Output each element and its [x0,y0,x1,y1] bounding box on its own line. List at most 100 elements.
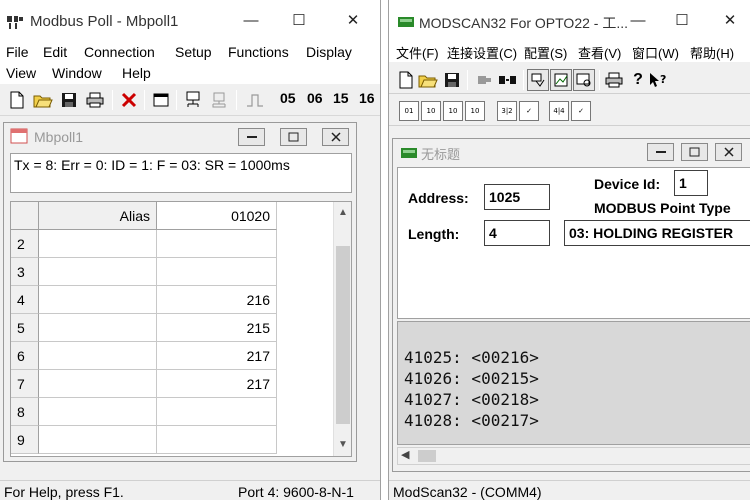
row-header[interactable]: 2 [11,230,39,258]
row-number: 3 [17,264,25,280]
address-input[interactable]: 1025 [484,184,550,210]
menu-file-cn[interactable]: 文件(F) [396,43,439,62]
function-06-button[interactable]: 06 [307,90,323,106]
function-16-button[interactable]: 16 [359,90,375,106]
menu-connection-cn[interactable]: 连接设置(C) [447,43,517,62]
coil-status-icon[interactable]: 01 [399,101,419,121]
alias-cell[interactable] [39,370,157,398]
value-cell[interactable]: 217 [157,342,277,370]
menu-window[interactable]: Window [52,65,102,81]
alias-cell[interactable] [39,426,157,454]
right-maximize-button[interactable]: ☐ [671,10,693,32]
disconnect-plug-icon[interactable] [497,69,519,91]
write-multiple-icon[interactable]: 4|4 [549,101,569,121]
new-file-icon[interactable] [6,89,28,111]
menu-display[interactable]: Display [306,44,352,60]
mbpoll1-title-bar[interactable]: Mbpoll1 [4,123,356,151]
row-header[interactable]: 5 [11,314,39,342]
alias-cell[interactable] [39,230,157,258]
holding-register-icon[interactable]: 10 [443,101,463,121]
row-header[interactable]: 3 [11,258,39,286]
menu-window-cn[interactable]: 窗口(W) [632,43,679,62]
alias-column-header[interactable]: Alias [39,202,157,230]
function-05-button[interactable]: 05 [280,90,296,106]
display-options-icon[interactable] [527,69,549,91]
value-cell[interactable]: 217 [157,370,277,398]
zoom-view-icon[interactable] [573,69,595,91]
menu-view[interactable]: View [6,65,36,81]
left-close-button[interactable]: ✕ [342,10,364,32]
row-header[interactable]: 4 [11,286,39,314]
value-cell[interactable] [157,398,277,426]
register-grid[interactable]: Alias 01020 2 3 4 216 5 215 6 217 7 217 … [10,201,352,457]
menu-connection[interactable]: Connection [84,44,155,60]
connect-icon[interactable] [182,89,204,111]
help-question-icon[interactable]: ? [627,69,649,91]
value-cell[interactable] [157,258,277,286]
right-minimize-button[interactable]: — [627,10,649,32]
value-cell[interactable]: 216 [157,286,277,314]
right-close-button[interactable]: ✕ [719,10,741,32]
value-cell[interactable]: 215 [157,314,277,342]
row-header[interactable]: 9 [11,426,39,454]
data-horizontal-scrollbar[interactable]: ◀ [397,447,750,465]
save-disk-icon[interactable] [58,89,80,111]
grid-vertical-scrollbar[interactable]: ▲ ▼ [333,202,351,456]
ms-child-restore-button[interactable] [681,143,708,161]
child-close-button[interactable] [322,128,349,146]
alias-cell[interactable] [39,398,157,426]
ms-child-close-button[interactable] [715,143,742,161]
point-type-select[interactable]: 03: HOLDING REGISTER [564,220,750,246]
menu-help-cn[interactable]: 帮助(H) [690,43,734,62]
new-file-icon[interactable] [395,69,417,91]
menu-setup[interactable]: Setup [175,44,212,60]
device-id-input[interactable]: 1 [674,170,708,196]
context-help-icon[interactable]: ? [647,69,669,91]
open-folder-icon[interactable] [417,69,439,91]
write-multiple-check-icon[interactable]: ✓ [571,101,591,121]
print-icon[interactable] [603,69,625,91]
value-cell[interactable] [157,230,277,258]
value-column-header[interactable]: 01020 [157,202,277,230]
menu-help[interactable]: Help [122,65,151,81]
menu-view-cn[interactable]: 查看(V) [578,43,621,62]
right-title-bar[interactable]: MODSCAN32 For OPTO22 - 工... — ☐ ✕ [389,0,750,42]
child-minimize-button[interactable] [238,128,265,146]
write-single-icon[interactable]: 3|2 [497,101,517,121]
write-single-check-icon[interactable]: ✓ [519,101,539,121]
function-15-button[interactable]: 15 [333,90,349,106]
modscan-child-title-bar[interactable]: 无标题 [393,139,750,165]
input-status-icon[interactable]: 10 [421,101,441,121]
menu-functions[interactable]: Functions [228,44,289,60]
menu-file[interactable]: File [6,44,29,60]
value-cell[interactable] [157,426,277,454]
row-header[interactable]: 7 [11,370,39,398]
left-title-bar[interactable]: Modbus Poll - Mbpoll1 — ☐ ✕ [0,0,380,42]
open-folder-icon[interactable] [32,89,54,111]
child-restore-button[interactable] [280,128,307,146]
alias-cell[interactable] [39,314,157,342]
h-scroll-thumb[interactable] [418,450,436,462]
left-minimize-button[interactable]: — [240,10,262,32]
left-maximize-button[interactable]: ☐ [288,10,310,32]
alias-cell[interactable] [39,286,157,314]
scroll-thumb[interactable] [336,246,350,424]
scroll-down-arrow-icon[interactable]: ▼ [334,436,351,454]
length-input[interactable]: 4 [484,220,550,246]
alias-cell[interactable] [39,258,157,286]
window-icon[interactable] [150,89,172,111]
scroll-up-arrow-icon[interactable]: ▲ [334,204,351,222]
chart-view-icon[interactable] [550,69,572,91]
save-disk-icon[interactable] [441,69,463,91]
alias-cell[interactable] [39,342,157,370]
ms-child-minimize-button[interactable] [647,143,674,161]
print-icon[interactable] [84,89,106,111]
menu-edit[interactable]: Edit [43,44,67,60]
delete-x-icon[interactable] [118,89,140,111]
toolbar-separator [112,90,113,110]
row-header[interactable]: 8 [11,398,39,426]
menu-config-cn[interactable]: 配置(S) [524,43,567,62]
row-header[interactable]: 6 [11,342,39,370]
scroll-left-arrow-icon[interactable]: ◀ [401,448,409,461]
input-register-icon[interactable]: 10 [465,101,485,121]
